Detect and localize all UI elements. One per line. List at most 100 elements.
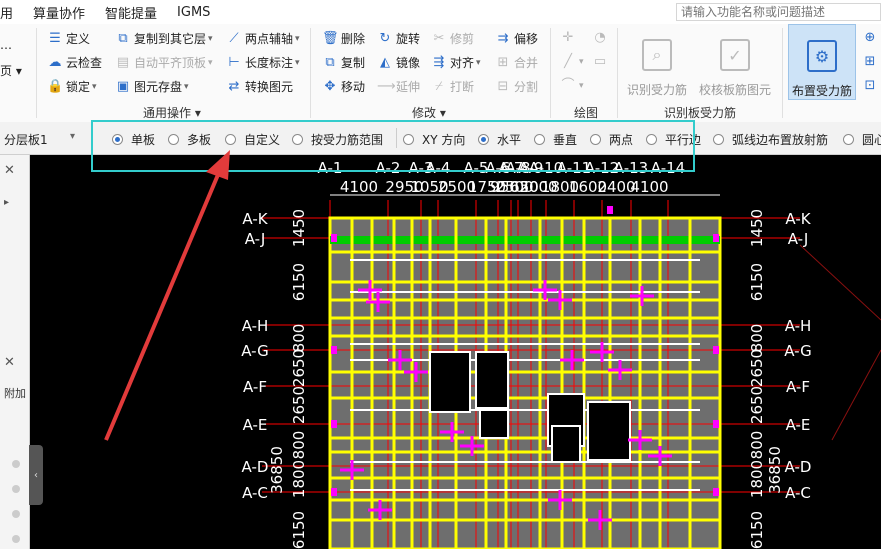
axis-label-right: A-D (785, 458, 812, 476)
mirror-button[interactable]: ◭ 镜像 (377, 54, 420, 71)
opening (475, 351, 509, 409)
draw-point-button[interactable]: ✛ (560, 30, 579, 46)
cloud-check-button[interactable]: ☁ 云检查 (47, 54, 103, 71)
offset-button[interactable]: ⇉ 偏移 (495, 30, 538, 47)
lock-button[interactable]: 🔒 锁定 ▾ (47, 78, 97, 95)
group-general-label[interactable]: 通用操作 ▾ (143, 104, 201, 121)
tool-icon: ⊡ (864, 78, 876, 93)
check-rebar-button[interactable]: ✓ 校核板筋图元 (694, 24, 776, 98)
define-button[interactable]: ☰ 定义 (47, 30, 90, 47)
lock-icon: 🔒 (47, 78, 64, 94)
line-icon: ╱ (564, 54, 572, 69)
radio-label: 平行边 (665, 133, 702, 147)
axis-label-left: A-D (242, 458, 269, 476)
axis-label-left: A-C (242, 484, 268, 502)
merge-label: 合并 (514, 56, 539, 70)
delete-button[interactable]: 🗑 删除 (322, 30, 365, 47)
group-modify-label[interactable]: 修改 ▾ (412, 104, 446, 121)
mirror-icon: ◭ (380, 54, 390, 70)
align-icon: ⇶ (433, 54, 445, 70)
column (607, 206, 613, 214)
radio-custom[interactable]: 自定义 (225, 131, 280, 148)
radio-two-point[interactable]: 两点 (590, 131, 633, 148)
radio-xy-direction[interactable]: XY 方向 (403, 131, 465, 148)
radio-single-board[interactable]: 单板 (112, 131, 155, 148)
split-button[interactable]: ⊟ 分割 (495, 78, 538, 95)
close-icon[interactable]: ✕ (4, 163, 15, 178)
dimension-label-left: 1450 (290, 209, 308, 247)
break-icon: ⌿ (435, 78, 443, 94)
column (331, 488, 337, 496)
break-button[interactable]: ⌿ 打断 (431, 78, 474, 95)
define-label: 定义 (66, 32, 91, 46)
radio-dot[interactable] (12, 510, 20, 518)
radio-dot (225, 134, 236, 145)
draw-circle-button[interactable]: ◔ (592, 30, 611, 46)
radio-dot (590, 134, 601, 145)
extra-tool-2[interactable]: ⊞ (862, 54, 881, 70)
opening (587, 401, 631, 461)
two-point-axis-button[interactable]: ⟋ 两点辅轴 ▾ (226, 30, 299, 47)
auto-flat-top-button[interactable]: ▤ 自动平齐顶板 ▾ (115, 54, 213, 71)
radio-dot[interactable] (12, 485, 20, 493)
extend-button[interactable]: ⟶ 延伸 (377, 78, 420, 95)
radio-dot[interactable] (12, 460, 20, 468)
radio-arc-radial[interactable]: 弧线边布置放射筋 (713, 131, 828, 148)
axis-label-left: A-F (243, 378, 267, 396)
cad-canvas[interactable]: A-1 A-2 A-3 A-4 A-5 A-6 A-7 A-8 A-9 A-10 A-11 A-12 A… (30, 155, 881, 549)
axis-icon: ⟋ (229, 30, 239, 46)
chevron-down-icon[interactable]: ▾ (70, 131, 75, 142)
move-button[interactable]: ✥ 移动 (322, 78, 365, 95)
radio-by-rebar-range[interactable]: 按受力筋范围 (292, 131, 383, 148)
radio-center[interactable]: 圆心 (843, 131, 881, 148)
rotate-button[interactable]: ↻ 旋转 (377, 30, 420, 47)
dimension-label-right: 6150 (748, 511, 766, 549)
copy-button[interactable]: ⧉ 复制 (322, 54, 365, 71)
draw-rect-button[interactable]: ▭ (592, 54, 611, 70)
place-rebar-button[interactable]: ⚙ 布置受力筋 (788, 24, 856, 100)
ribbon-col0-row2[interactable]: 页 ▾ (0, 62, 22, 79)
menu-item-collab[interactable]: 算量协作 (23, 3, 95, 22)
radio-dot[interactable] (12, 535, 20, 543)
extra-tool-1[interactable]: ⊕ (862, 30, 881, 46)
trim-button[interactable]: ✂ 修剪 (431, 30, 474, 47)
align-label: 对齐 (450, 56, 475, 70)
cad-drawing: A-1 A-2 A-3A-4 A-5A-6A-7A-8A-9A-10A-11A-12A… (241, 159, 881, 549)
dimension-label-right: 2650 (748, 349, 766, 387)
radio-vertical[interactable]: 垂直 (534, 131, 577, 148)
convert-elem-button[interactable]: ⇄ 转换图元 (226, 78, 293, 95)
column (713, 234, 719, 242)
draw-arc-button[interactable]: ⌒ ▾ (560, 78, 583, 94)
group-recognize-text: 识别板受力筋 (664, 106, 737, 120)
align-button[interactable]: ⇶ 对齐 ▾ (431, 54, 481, 71)
radio-multi-board[interactable]: 多板 (168, 131, 211, 148)
axis-label-right: A-K (785, 210, 811, 228)
radio-horizontal[interactable]: 水平 (478, 131, 521, 148)
recognize-rebar-icon: ⌕ (642, 39, 672, 71)
elem-save-button[interactable]: ▣ 图元存盘 ▾ (115, 78, 189, 95)
layer-select[interactable]: 分层板1 (4, 131, 48, 148)
search-input[interactable] (676, 3, 881, 21)
extra-tool-3[interactable]: ⊡ (862, 78, 881, 94)
copy-to-layer-button[interactable]: ⧉ 复制到其它层 ▾ (115, 30, 212, 47)
radio-label: 多板 (187, 133, 212, 147)
recognize-rebar-button[interactable]: ⌕ 识别受力筋 (624, 24, 690, 98)
opening (551, 425, 581, 463)
dimension-label-left: 800 (290, 431, 308, 460)
copy-icon: ⧉ (325, 54, 335, 70)
ribbon-separator (782, 28, 783, 118)
merge-button[interactable]: ⊞ 合并 (495, 54, 538, 71)
draw-line-button[interactable]: ╱ ▾ (560, 54, 583, 70)
ribbon-col0-row1[interactable]: … (0, 38, 12, 52)
radio-parallel-edge[interactable]: 平行边 (646, 131, 701, 148)
check-rebar-icon: ✓ (720, 39, 750, 71)
chevron-right-icon[interactable]: ▸ (4, 197, 9, 208)
column (331, 420, 337, 428)
dimension-label-top: 4100 (340, 178, 378, 196)
menu-item-use[interactable]: 用 (0, 3, 23, 22)
length-dim-button[interactable]: ⊢ 长度标注 ▾ (226, 54, 299, 71)
close-icon[interactable]: ✕ (4, 355, 15, 370)
two-point-axis-label: 两点辅轴 (245, 32, 294, 46)
menu-item-smart[interactable]: 智能提量 (95, 3, 167, 22)
menu-item-igms[interactable]: IGMS (167, 5, 220, 20)
